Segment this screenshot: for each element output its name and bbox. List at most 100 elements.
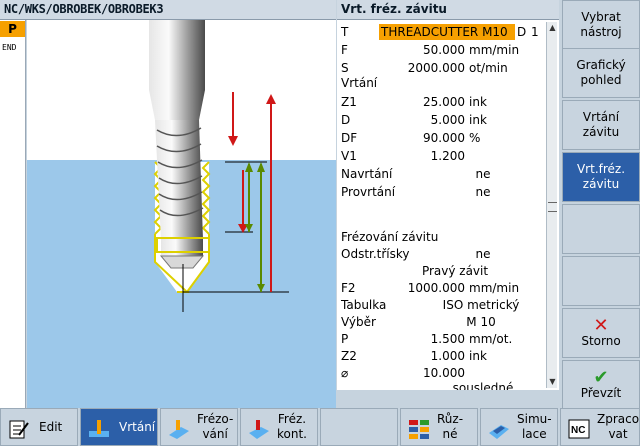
param-DF: DF 90.000 % bbox=[337, 130, 547, 147]
z1-unit[interactable]: ink bbox=[469, 95, 487, 109]
param-D-label2: D bbox=[341, 113, 351, 127]
param-DF-label: DF bbox=[341, 131, 358, 145]
edit-button[interactable]: Edit bbox=[0, 408, 78, 446]
form-scrollbar[interactable]: ▲ ▼ bbox=[546, 22, 557, 388]
empty-bottom-softkey[interactable] bbox=[320, 408, 398, 446]
vyber-field[interactable]: M 10 bbox=[419, 314, 543, 330]
drill-icon bbox=[89, 420, 109, 437]
d-unit[interactable]: ink bbox=[469, 113, 487, 127]
param-Z1: Z1 25.000 ink bbox=[337, 94, 547, 111]
z1-field[interactable]: 25.000 bbox=[379, 94, 467, 110]
drilling-label: Vrtání bbox=[119, 420, 156, 434]
param-Z2: Z2 1.000 ink bbox=[337, 348, 547, 365]
param-T: T THREADCUTTER M10 D 1 bbox=[337, 24, 547, 41]
section-vrtani: Vrtání bbox=[341, 76, 378, 90]
form-title: Vrt. fréz. závitu bbox=[341, 2, 447, 16]
drilling-tab[interactable]: Vrtání bbox=[80, 408, 158, 446]
param-V1-label: V1 bbox=[341, 149, 357, 163]
param-P: P 1.500 mm/ot. bbox=[337, 331, 547, 348]
param-D-value[interactable]: 1 bbox=[531, 24, 545, 40]
scroll-up-icon[interactable]: ▲ bbox=[548, 23, 557, 32]
navrtani-label: Navrtání bbox=[341, 167, 393, 181]
tool-field[interactable]: THREADCUTTER M10 bbox=[379, 24, 515, 40]
param-last: sousledné bbox=[337, 380, 547, 390]
feed-field[interactable]: 50.000 bbox=[379, 42, 467, 58]
tool-shank bbox=[149, 20, 205, 90]
d-field[interactable]: 5.000 bbox=[379, 112, 467, 128]
f2-field[interactable]: 1000.000 bbox=[379, 280, 467, 296]
z2-field[interactable]: 1.000 bbox=[379, 348, 467, 364]
param-F2: F2 1000.000 mm/min bbox=[337, 280, 547, 297]
program-strip: P END bbox=[0, 20, 26, 440]
scroll-grip[interactable] bbox=[548, 202, 557, 212]
tapping-label: Vrtání závitu bbox=[582, 110, 620, 139]
param-Z1-label: Z1 bbox=[341, 95, 357, 109]
program-path: NC/WKS/OBROBEK/OBROBEK3 bbox=[4, 2, 164, 16]
param-odstr: Odstr.třísky ne bbox=[337, 246, 547, 263]
milling-tab[interactable]: Frézo- vání bbox=[160, 408, 238, 446]
smer-field[interactable]: Pravý závit bbox=[397, 263, 513, 279]
misc-label: Růz- né bbox=[437, 412, 464, 441]
graphic-view-button[interactable]: Grafický pohled bbox=[562, 48, 640, 98]
cancel-label: Storno bbox=[581, 333, 621, 348]
contour-milling-icon bbox=[249, 420, 269, 439]
nc-icon: NC bbox=[568, 419, 590, 439]
edit-icon bbox=[9, 420, 29, 439]
param-S: S 2000.000 ot/min bbox=[337, 60, 547, 77]
odstr-label: Odstr.třísky bbox=[341, 247, 410, 261]
select-tool-button[interactable]: Vybrat nástroj bbox=[562, 0, 640, 50]
param-provrtani: Provrtání ne bbox=[337, 184, 547, 201]
bottom-softkey-bar: Edit Vrtání Frézo- vání Fréz. kont. Růz-… bbox=[0, 408, 640, 446]
svg-text:NC: NC bbox=[571, 425, 585, 436]
edit-label: Edit bbox=[39, 420, 63, 434]
program-marker: P bbox=[0, 21, 25, 37]
drill-thread-mill-button[interactable]: Vrt.fréz. závitu bbox=[562, 152, 640, 202]
vyber-label: Výběr bbox=[341, 315, 376, 329]
diam-field[interactable]: 10.000 bbox=[379, 365, 467, 381]
param-P-label: P bbox=[341, 332, 349, 346]
z2-unit[interactable]: ink bbox=[469, 349, 487, 363]
param-navrtani: Navrtání ne bbox=[337, 166, 547, 183]
param-tabulka: Tabulka ISO metrický bbox=[337, 297, 547, 314]
end-label: END bbox=[2, 43, 17, 52]
misc-tab[interactable]: Růz- né bbox=[400, 408, 478, 446]
thread-mill-illustration bbox=[27, 20, 336, 420]
param-vyber: Výběr M 10 bbox=[337, 314, 547, 331]
param-F2-label: F2 bbox=[341, 281, 356, 295]
p-unit[interactable]: mm/ot. bbox=[469, 332, 512, 346]
cancel-button[interactable]: ✕ Storno bbox=[562, 308, 640, 358]
parameter-form: T THREADCUTTER M10 D 1 F 50.000 mm/min S… bbox=[337, 20, 559, 390]
contour-milling-tab[interactable]: Fréz. kont. bbox=[240, 408, 318, 446]
tabulka-field[interactable]: ISO metrický bbox=[419, 297, 543, 313]
empty-softkey-6[interactable] bbox=[562, 256, 640, 306]
misc-grid-icon bbox=[409, 420, 429, 439]
tapping-button[interactable]: Vrtání závitu bbox=[562, 100, 640, 150]
execute-label: Zpraco vat bbox=[597, 412, 640, 441]
navrtani-field[interactable]: ne bbox=[423, 166, 543, 182]
simulation-tab[interactable]: Simu- lace bbox=[480, 408, 558, 446]
feed-unit: mm/min bbox=[469, 43, 520, 57]
scroll-down-icon[interactable]: ▼ bbox=[548, 377, 557, 386]
empty-softkey-5[interactable] bbox=[562, 204, 640, 254]
last-field[interactable]: sousledné bbox=[423, 380, 543, 390]
drill-thread-mill-label: Vrt.fréz. závitu bbox=[576, 162, 626, 191]
param-Z2-label: Z2 bbox=[341, 349, 357, 363]
speed-field[interactable]: 2000.000 bbox=[379, 60, 467, 76]
provrtani-field[interactable]: ne bbox=[423, 184, 543, 200]
df-field[interactable]: 90.000 bbox=[379, 130, 467, 146]
section-frezovani: Frézování závitu bbox=[341, 230, 439, 244]
cancel-icon: ✕ bbox=[593, 314, 609, 336]
p-field[interactable]: 1.500 bbox=[379, 331, 467, 347]
execute-tab[interactable]: NC Zpraco vat bbox=[560, 408, 640, 446]
contour-milling-label: Fréz. kont. bbox=[277, 412, 307, 441]
path-header: NC/WKS/OBROBEK/OBROBEK3 bbox=[0, 0, 336, 20]
accept-button[interactable]: ✔ Převzít bbox=[562, 360, 640, 410]
accept-label: Převzít bbox=[580, 385, 622, 400]
df-unit[interactable]: % bbox=[469, 131, 480, 145]
param-F-label: F bbox=[341, 43, 348, 57]
diam-label: ⌀ bbox=[341, 366, 349, 380]
v1-field[interactable]: 1.200 bbox=[379, 148, 467, 164]
milling-icon bbox=[169, 420, 189, 439]
param-smer: Pravý závit bbox=[337, 263, 547, 280]
odstr-field[interactable]: ne bbox=[423, 246, 543, 262]
